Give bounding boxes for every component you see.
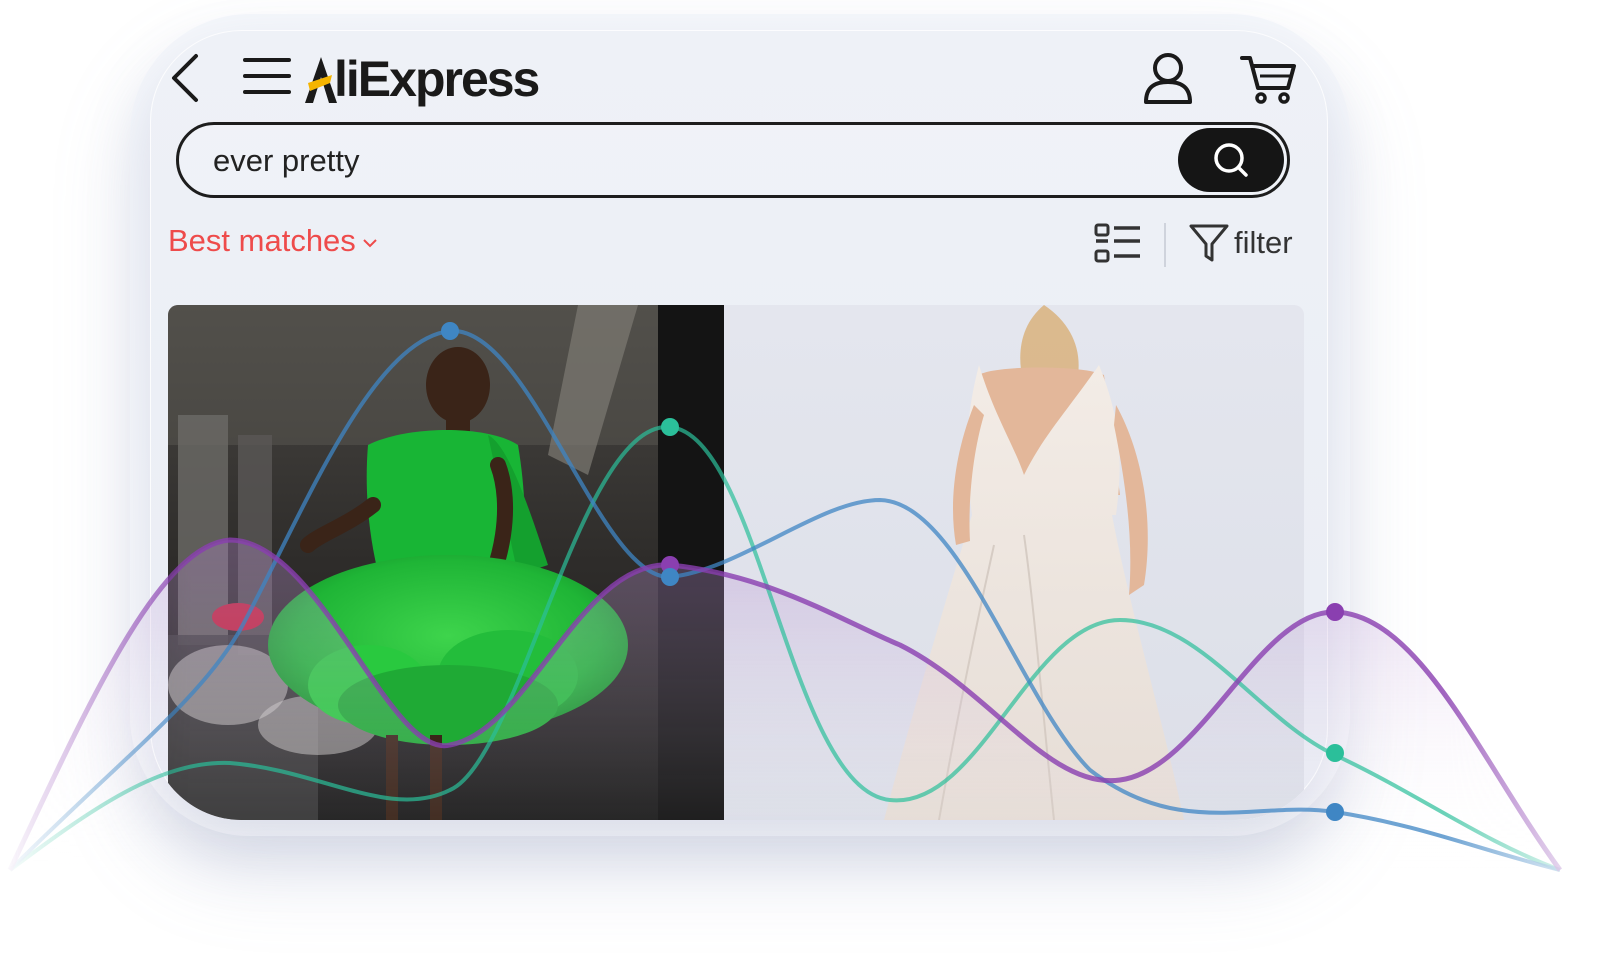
toolbar-divider <box>1164 223 1166 267</box>
search-input[interactable] <box>213 141 1113 181</box>
cart-button[interactable] <box>1238 50 1298 106</box>
chevron-down-icon <box>363 239 377 248</box>
product-photo-green-ruffle-dress <box>168 305 724 820</box>
product-card[interactable] <box>724 305 1304 820</box>
funnel-icon <box>1189 224 1229 262</box>
account-button[interactable] <box>1140 50 1196 106</box>
phone-frame: liExpress Best matches <box>150 30 1328 820</box>
cart-icon <box>1240 56 1296 104</box>
sort-label: Best matches <box>168 223 356 258</box>
menu-button[interactable] <box>242 56 292 98</box>
chevron-left-icon <box>172 54 198 102</box>
sort-dropdown[interactable]: Best matches <box>168 223 378 259</box>
logo-text: liExpress <box>334 51 540 107</box>
view-toggle-button[interactable] <box>1094 223 1142 265</box>
search-icon <box>1214 143 1248 177</box>
aliexpress-logo[interactable]: liExpress <box>302 44 540 114</box>
filter-label: filter <box>1234 225 1293 260</box>
back-button[interactable] <box>166 52 206 104</box>
hamburger-icon <box>243 58 291 94</box>
search-bar <box>176 122 1290 198</box>
blue-point <box>1326 803 1344 821</box>
logo-mark <box>302 49 337 109</box>
search-button[interactable] <box>1178 128 1284 192</box>
list-view-icon <box>1094 223 1140 263</box>
user-icon <box>1144 53 1192 104</box>
filter-button[interactable]: filter <box>1188 222 1293 264</box>
product-card[interactable] <box>168 305 724 820</box>
product-photo-white-slip-dress <box>724 305 1304 820</box>
